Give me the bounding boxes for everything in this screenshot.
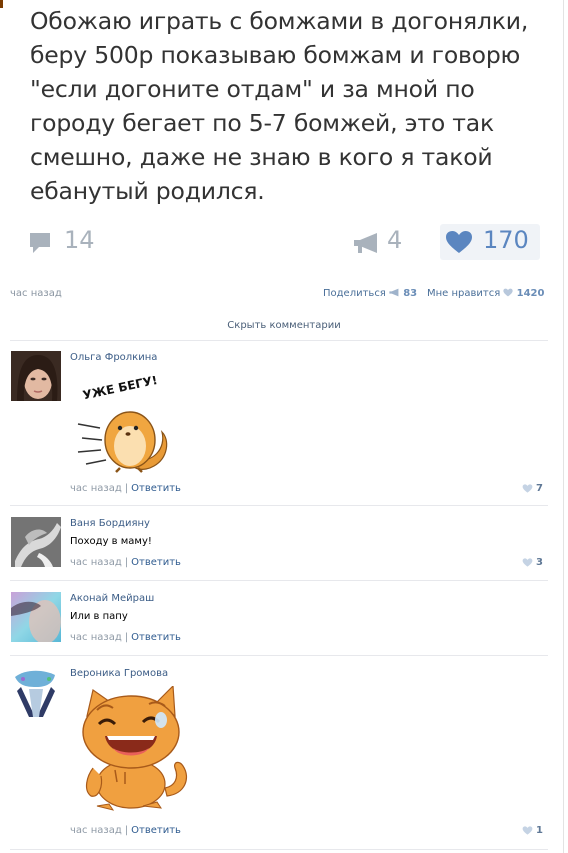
edge-mark xyxy=(0,0,3,8)
reply-button[interactable]: Ответить xyxy=(131,632,181,643)
share-button[interactable]: Поделиться 83 xyxy=(323,288,417,299)
comment-time[interactable]: час назад xyxy=(70,557,122,568)
post-line: городу бегает по 5-7 бомжей, это так xyxy=(30,109,494,137)
comment-likes-count: 7 xyxy=(536,483,543,494)
divider xyxy=(10,655,548,656)
share-label: Поделиться xyxy=(323,288,386,299)
post-line: "если догоните отдам" и за мной по xyxy=(30,75,475,103)
reply-button[interactable]: Ответить xyxy=(131,825,181,836)
avatar[interactable] xyxy=(11,667,61,717)
divider xyxy=(10,849,548,850)
comment-like-button[interactable]: 3 xyxy=(522,557,543,568)
sticker-caption: УЖЕ БЕГУ! xyxy=(81,376,158,402)
avatar[interactable] xyxy=(11,592,61,642)
comment-time[interactable]: час назад xyxy=(70,483,122,494)
comments-count[interactable]: 14 xyxy=(64,226,95,254)
comment-like-button[interactable]: 1 xyxy=(522,825,543,836)
post-line: беру 500р показываю бомжам и говорю xyxy=(30,41,521,69)
heart-icon xyxy=(522,826,533,835)
share-count: 83 xyxy=(403,288,418,299)
post-line: Обожаю играть с бомжами в догонялки, xyxy=(30,7,529,35)
comment-meta: час назад | Ответить xyxy=(70,557,181,568)
edge-line xyxy=(563,0,564,853)
divider xyxy=(10,580,548,581)
divider xyxy=(10,505,548,506)
megaphone-icon[interactable] xyxy=(353,232,381,254)
comment-author[interactable]: Ольга Фролкина xyxy=(70,352,157,363)
avatar[interactable] xyxy=(11,517,61,567)
comment-time[interactable]: час назад xyxy=(70,632,122,643)
post-stats: 14 4 170 xyxy=(0,222,568,262)
reply-button[interactable]: Ответить xyxy=(131,483,181,494)
comment-meta: час назад | Ответить xyxy=(70,632,181,643)
heart-icon xyxy=(522,484,533,493)
like-count: 1420 xyxy=(516,288,545,299)
comment-author[interactable]: Вероника Громова xyxy=(70,668,168,679)
heart-icon xyxy=(503,288,514,297)
avatar[interactable] xyxy=(11,351,61,401)
comment-meta: час назад | Ответить xyxy=(70,483,181,494)
reposts-count[interactable]: 4 xyxy=(387,226,402,254)
divider xyxy=(10,340,548,341)
comment-text: Или в папу xyxy=(70,611,128,622)
comment-text: Походу в маму! xyxy=(70,536,152,547)
post-time[interactable]: час назад xyxy=(10,288,62,299)
post-line: смешно, даже не знаю в кого я такой xyxy=(30,143,493,171)
megaphone-icon xyxy=(389,288,399,297)
likes-count[interactable]: 170 xyxy=(483,226,529,254)
comment-author[interactable]: Аконай Мейраш xyxy=(70,593,154,604)
comment-likes-count: 3 xyxy=(536,557,543,568)
speech-bubble-icon[interactable] xyxy=(28,232,52,254)
comment-meta: час назад | Ответить xyxy=(70,825,181,836)
comment-time[interactable]: час назад xyxy=(70,825,122,836)
post-text: Обожаю играть с бомжами в догонялки, бер… xyxy=(30,4,550,208)
reply-button[interactable]: Ответить xyxy=(131,557,181,568)
like-button[interactable]: Мне нравится 1420 xyxy=(427,288,544,299)
comment-likes-count: 1 xyxy=(536,825,543,836)
sticker-hamster: УЖЕ БЕГУ! xyxy=(74,373,170,474)
heart-icon[interactable] xyxy=(445,230,473,254)
sticker-laughing-cat xyxy=(73,684,195,814)
post-line: ебанутый родился. xyxy=(30,177,265,205)
hide-comments-link[interactable]: Скрыть комментарии xyxy=(0,320,568,331)
comment-author[interactable]: Ваня Бордияну xyxy=(70,518,150,529)
heart-icon xyxy=(522,558,533,567)
like-label: Мне нравится xyxy=(427,288,501,299)
comment-like-button[interactable]: 7 xyxy=(522,483,543,494)
